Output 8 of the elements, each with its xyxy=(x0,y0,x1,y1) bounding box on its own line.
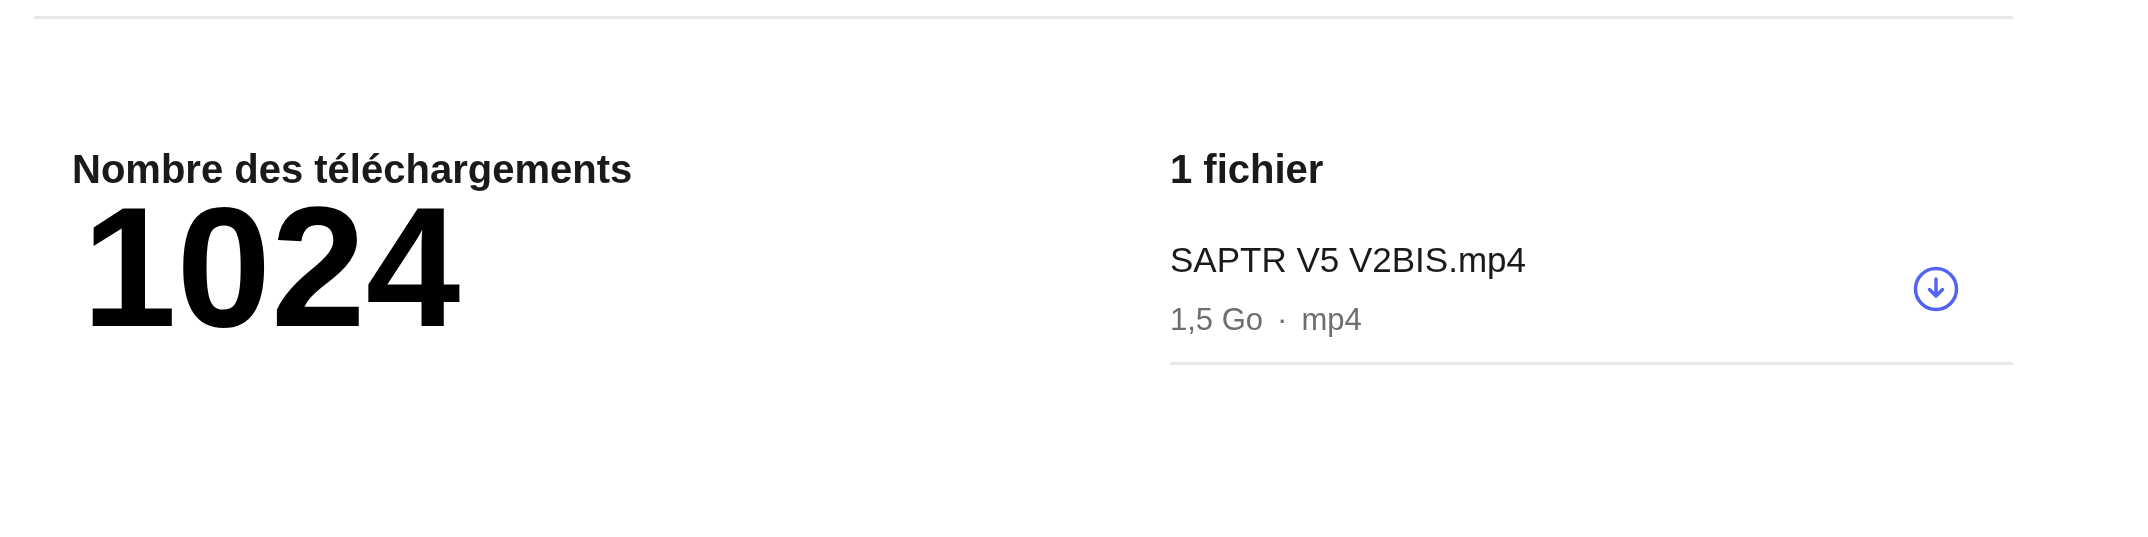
files-heading: 1 fichier xyxy=(1170,146,1325,192)
file-size: 1,5 Go xyxy=(1170,302,1264,337)
file-name: SAPTR V5 V2BIS.mp4 xyxy=(1170,239,1526,281)
meta-separator: · xyxy=(1277,302,1288,337)
file-type: mp4 xyxy=(1301,302,1362,337)
downloads-label: Nombre des téléchargements xyxy=(72,146,634,192)
download-button[interactable] xyxy=(1913,266,1959,312)
downloads-count: 1024 xyxy=(82,192,461,342)
